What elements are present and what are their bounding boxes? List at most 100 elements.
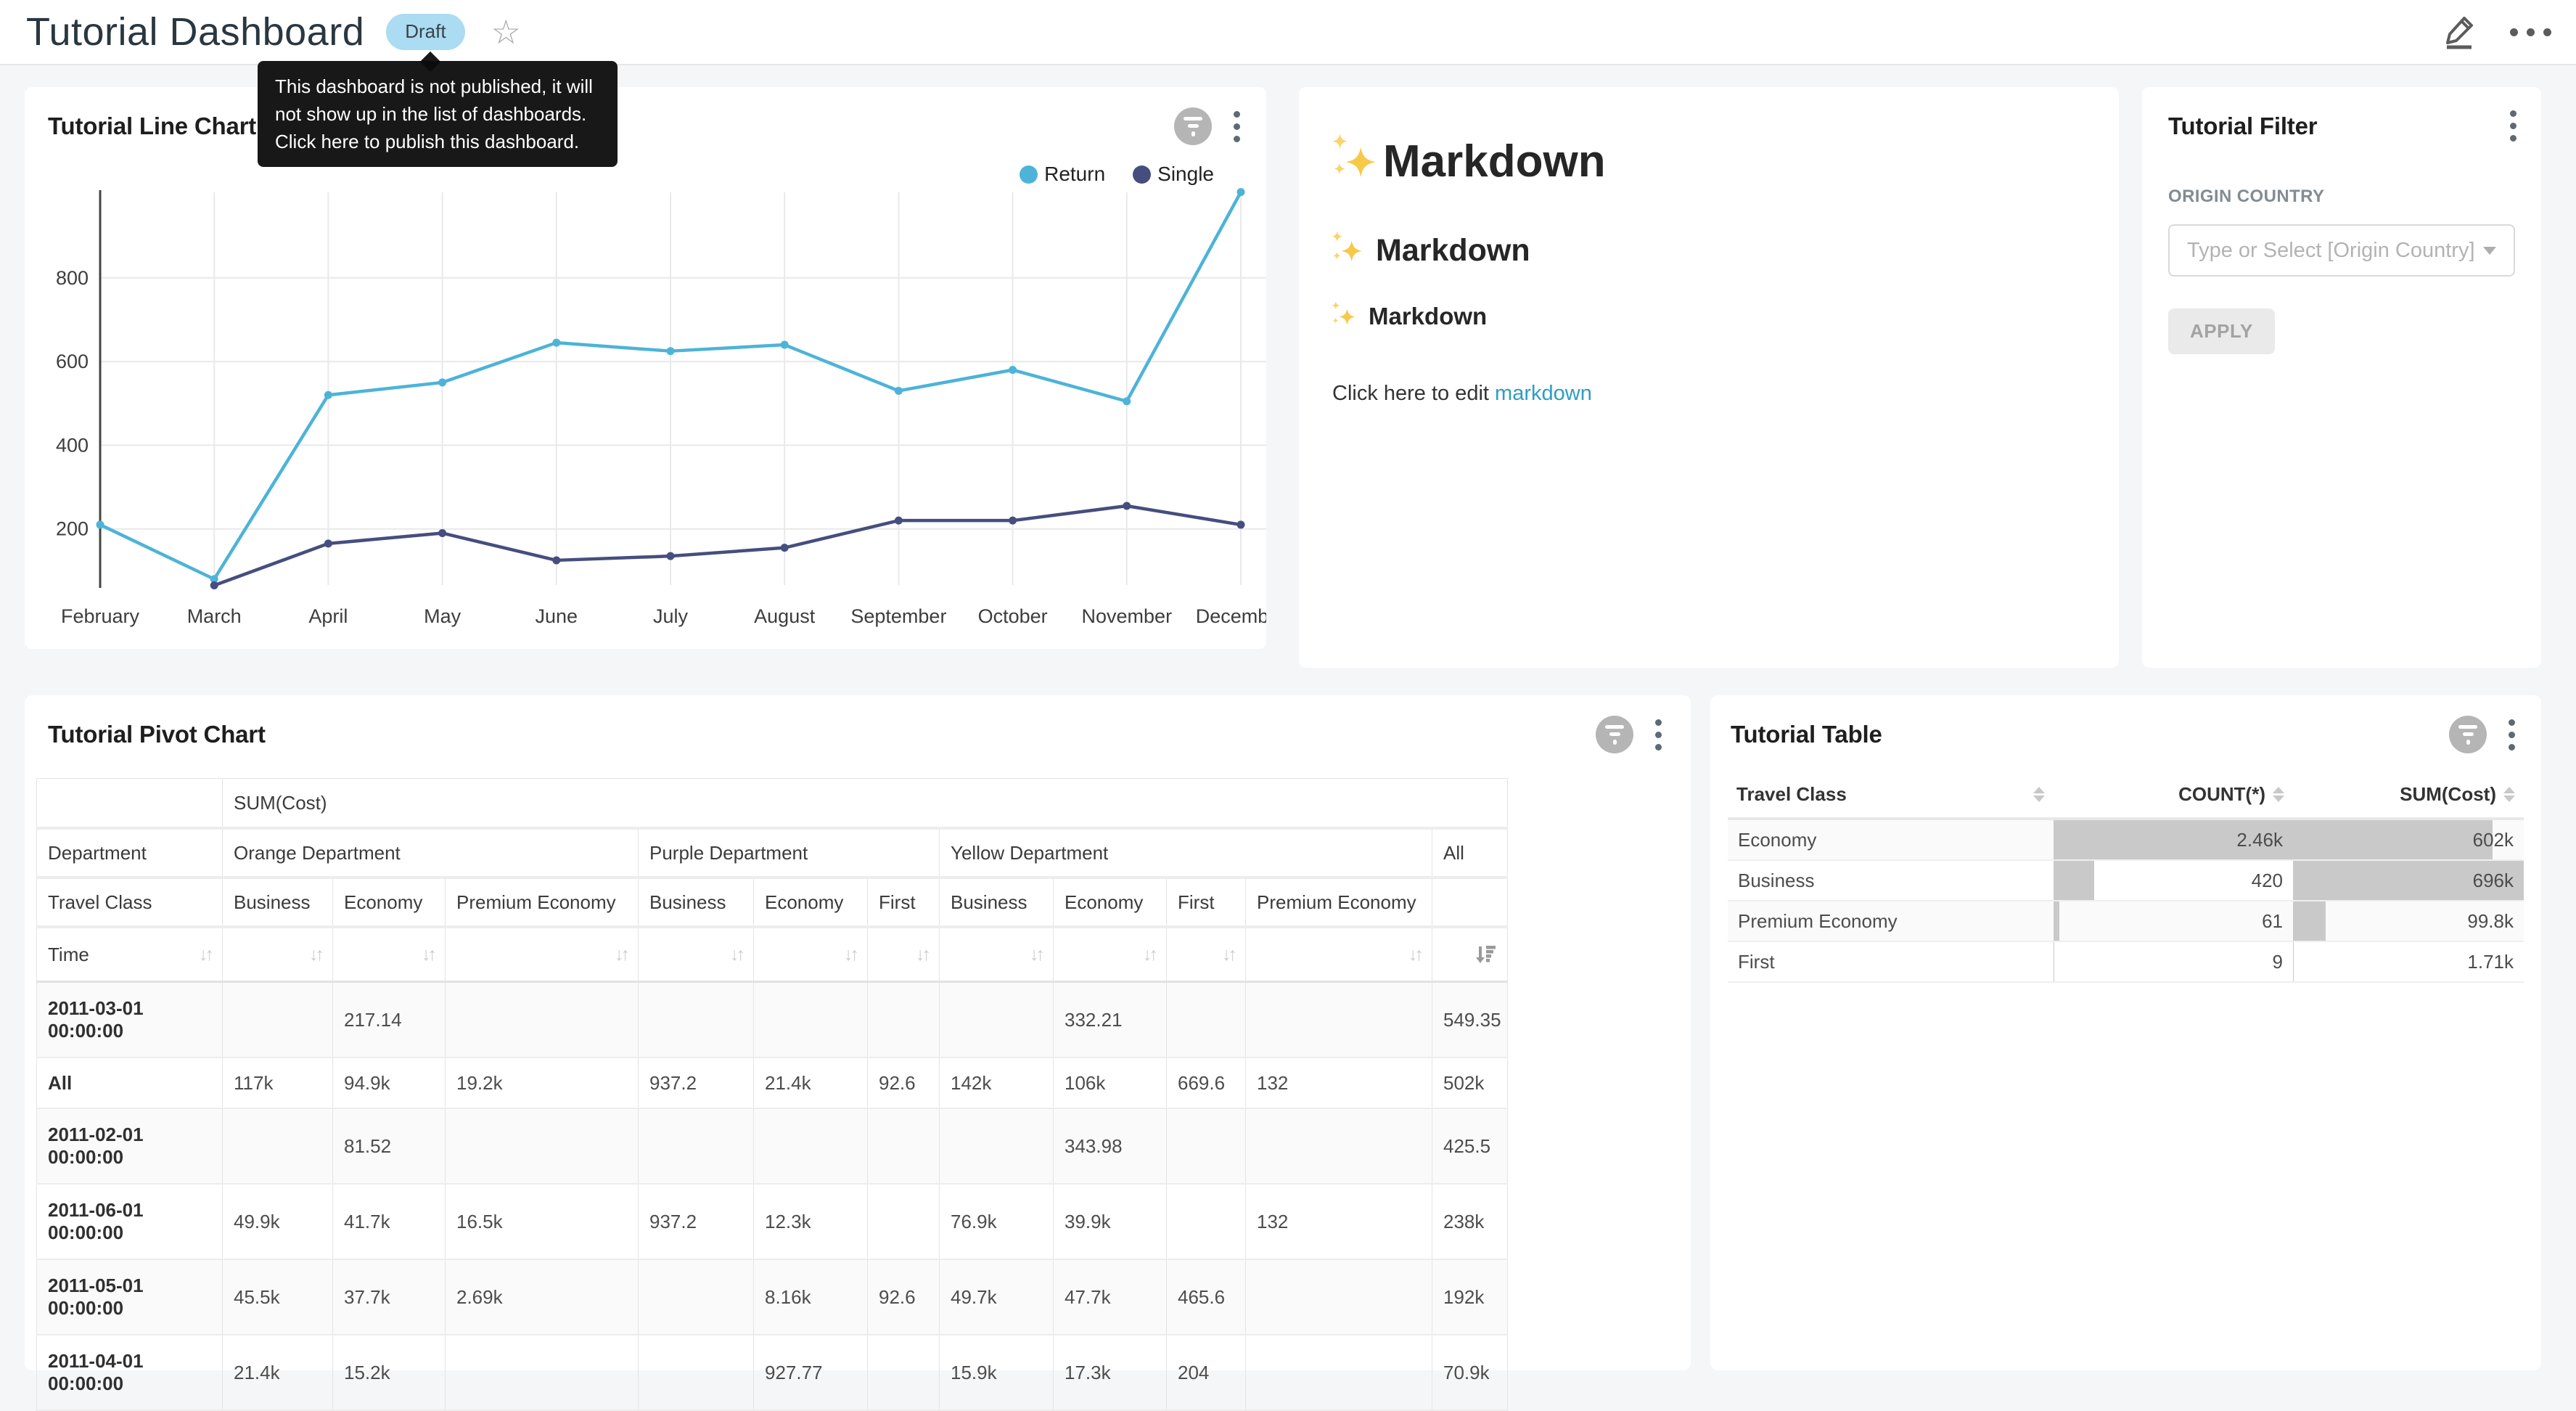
row-label: First	[1728, 941, 2054, 982]
pivot-value-cell	[446, 982, 639, 1058]
table-column-header[interactable]: COUNT(*)	[2054, 771, 2293, 819]
pivot-sort-cell: ↓↑	[223, 927, 333, 982]
pivot-value-cell	[1246, 1259, 1432, 1335]
pivot-value-cell: 502k	[1432, 1058, 1508, 1108]
pivot-value-cell: 2.69k	[446, 1259, 639, 1335]
favorite-star-icon[interactable]: ☆	[491, 15, 521, 49]
filter-badge-icon[interactable]	[1596, 716, 1633, 753]
pivot-class-header: Economy	[333, 878, 446, 927]
column-label: SUM(Cost)	[2400, 783, 2496, 806]
value-text: 2.46k	[2054, 820, 2293, 859]
pivot-chart-panel: Tutorial Pivot Chart SUM(Cost)Department…	[25, 695, 1691, 1370]
more-options-icon[interactable]	[2510, 28, 2551, 36]
pivot-dimension-label: Department	[37, 828, 223, 878]
status-badge[interactable]: Draft	[386, 14, 464, 49]
pivot-sort-cell: ↓↑	[446, 927, 639, 982]
pivot-class-header: First	[868, 878, 940, 927]
pivot-value-cell: 142k	[940, 1058, 1054, 1108]
kebab-menu-icon[interactable]	[1231, 108, 1243, 145]
column-label: Travel Class	[1736, 783, 1847, 806]
sort-arrows-icon[interactable]: ↓↑	[1030, 944, 1042, 965]
sort-arrows-icon[interactable]: ↓↑	[1222, 944, 1234, 965]
pivot-row-header: 2011-02-01 00:00:00	[37, 1108, 223, 1184]
pivot-value-cell	[868, 1335, 940, 1410]
pivot-class-header: Economy	[754, 878, 868, 927]
apply-button[interactable]: APPLY	[2168, 308, 2275, 354]
pivot-group-header: All	[1432, 828, 1508, 878]
pivot-value-cell: 47.7k	[1054, 1259, 1167, 1335]
table-panel: Tutorial Table Travel ClassCOUNT(*)SUM(C…	[1710, 695, 2541, 1370]
pivot-row-header: 2011-05-01 00:00:00	[37, 1259, 223, 1335]
svg-text:600: 600	[56, 351, 89, 372]
pivot-value-cell: 332.21	[1054, 982, 1167, 1058]
pivot-class-header: Business	[940, 878, 1054, 927]
pivot-row-header: All	[37, 1058, 223, 1108]
pivot-value-cell	[1167, 1108, 1246, 1184]
sort-arrows-icon[interactable]: ↓↑	[309, 944, 321, 965]
pivot-corner-cell	[37, 779, 223, 829]
pivot-value-cell: 17.3k	[1054, 1335, 1167, 1410]
value-text: 9	[2054, 942, 2293, 981]
pivot-group-header: Yellow Department	[940, 828, 1432, 878]
edit-pencil-icon[interactable]	[2440, 12, 2478, 53]
legend-item-single[interactable]: Single	[1133, 163, 1214, 186]
filter-badge-icon[interactable]	[1174, 107, 1212, 145]
value-cell: 9	[2054, 941, 2293, 982]
chart-legend: Return Single	[1020, 163, 1214, 186]
pivot-class-header	[1432, 878, 1508, 927]
pivot-value-cell: 41.7k	[333, 1184, 446, 1259]
value-text: 1.71k	[2293, 942, 2524, 981]
sort-arrows-icon[interactable]: ↓↑	[1408, 944, 1421, 965]
value-text: 99.8k	[2293, 901, 2524, 941]
pivot-value-cell	[1167, 1184, 1246, 1259]
sort-arrows-icon[interactable]: ↓↑	[199, 944, 211, 965]
pivot-value-cell: 15.9k	[940, 1335, 1054, 1410]
svg-text:April: April	[308, 605, 348, 627]
dashboard-header: Tutorial Dashboard Draft ☆	[0, 0, 2576, 65]
sort-arrows-icon[interactable]: ↓↑	[1143, 944, 1155, 965]
legend-item-return[interactable]: Return	[1020, 163, 1105, 186]
pivot-sort-cell: ↓↑	[868, 927, 940, 982]
sort-descending-icon[interactable]	[1474, 944, 1496, 965]
pivot-value-cell: 39.9k	[1054, 1184, 1167, 1259]
svg-text:March: March	[187, 605, 242, 627]
markdown-panel: Markdown Markdown Markdown Click here to…	[1299, 87, 2119, 668]
pivot-class-header: Business	[223, 878, 333, 927]
svg-text:July: July	[653, 605, 689, 627]
kebab-menu-icon[interactable]	[1652, 716, 1665, 753]
page-title: Tutorial Dashboard	[26, 9, 364, 54]
pivot-value-cell: 343.98	[1054, 1108, 1167, 1184]
sort-arrows-icon[interactable]: ↓↑	[844, 944, 856, 965]
kebab-menu-icon[interactable]	[2507, 107, 2519, 144]
pivot-class-label: Travel Class	[37, 878, 223, 927]
pivot-value-cell	[223, 1108, 333, 1184]
svg-text:October: October	[978, 605, 1048, 627]
caret-sort-icon[interactable]	[2273, 787, 2284, 802]
pivot-value-cell	[1167, 982, 1246, 1058]
filter-panel-title: Tutorial Filter	[2168, 113, 2317, 140]
value-cell: 2.46k	[2054, 819, 2293, 860]
sparkles-icon	[1331, 132, 1383, 191]
pivot-value-cell: 45.5k	[223, 1259, 333, 1335]
table-column-header[interactable]: SUM(Cost)	[2293, 771, 2524, 819]
pivot-value-cell: 92.6	[868, 1259, 940, 1335]
sort-arrows-icon[interactable]: ↓↑	[916, 944, 928, 965]
filter-badge-icon[interactable]	[2449, 716, 2487, 753]
kebab-menu-icon[interactable]	[2506, 716, 2518, 753]
pivot-value-cell: 669.6	[1167, 1058, 1246, 1108]
caret-sort-icon[interactable]	[2033, 787, 2045, 802]
value-cell: 420	[2054, 860, 2293, 901]
pivot-sort-cell: ↓↑	[940, 927, 1054, 982]
origin-country-select[interactable]: Type or Select [Origin Country]	[2168, 224, 2515, 277]
markdown-edit-link[interactable]: markdown	[1495, 382, 1592, 405]
table-column-header[interactable]: Travel Class	[1728, 771, 2054, 819]
sparkles-icon	[1331, 230, 1369, 271]
sort-arrows-icon[interactable]: ↓↑	[730, 944, 742, 965]
pivot-value-cell: 204	[1167, 1335, 1246, 1410]
sort-arrows-icon[interactable]: ↓↑	[615, 944, 627, 965]
table-row: Business420696k	[1728, 860, 2524, 901]
caret-sort-icon[interactable]	[2503, 787, 2515, 802]
table-row: First91.71k	[1728, 941, 2524, 982]
pivot-value-cell: 19.2k	[446, 1058, 639, 1108]
sort-arrows-icon[interactable]: ↓↑	[422, 944, 434, 965]
